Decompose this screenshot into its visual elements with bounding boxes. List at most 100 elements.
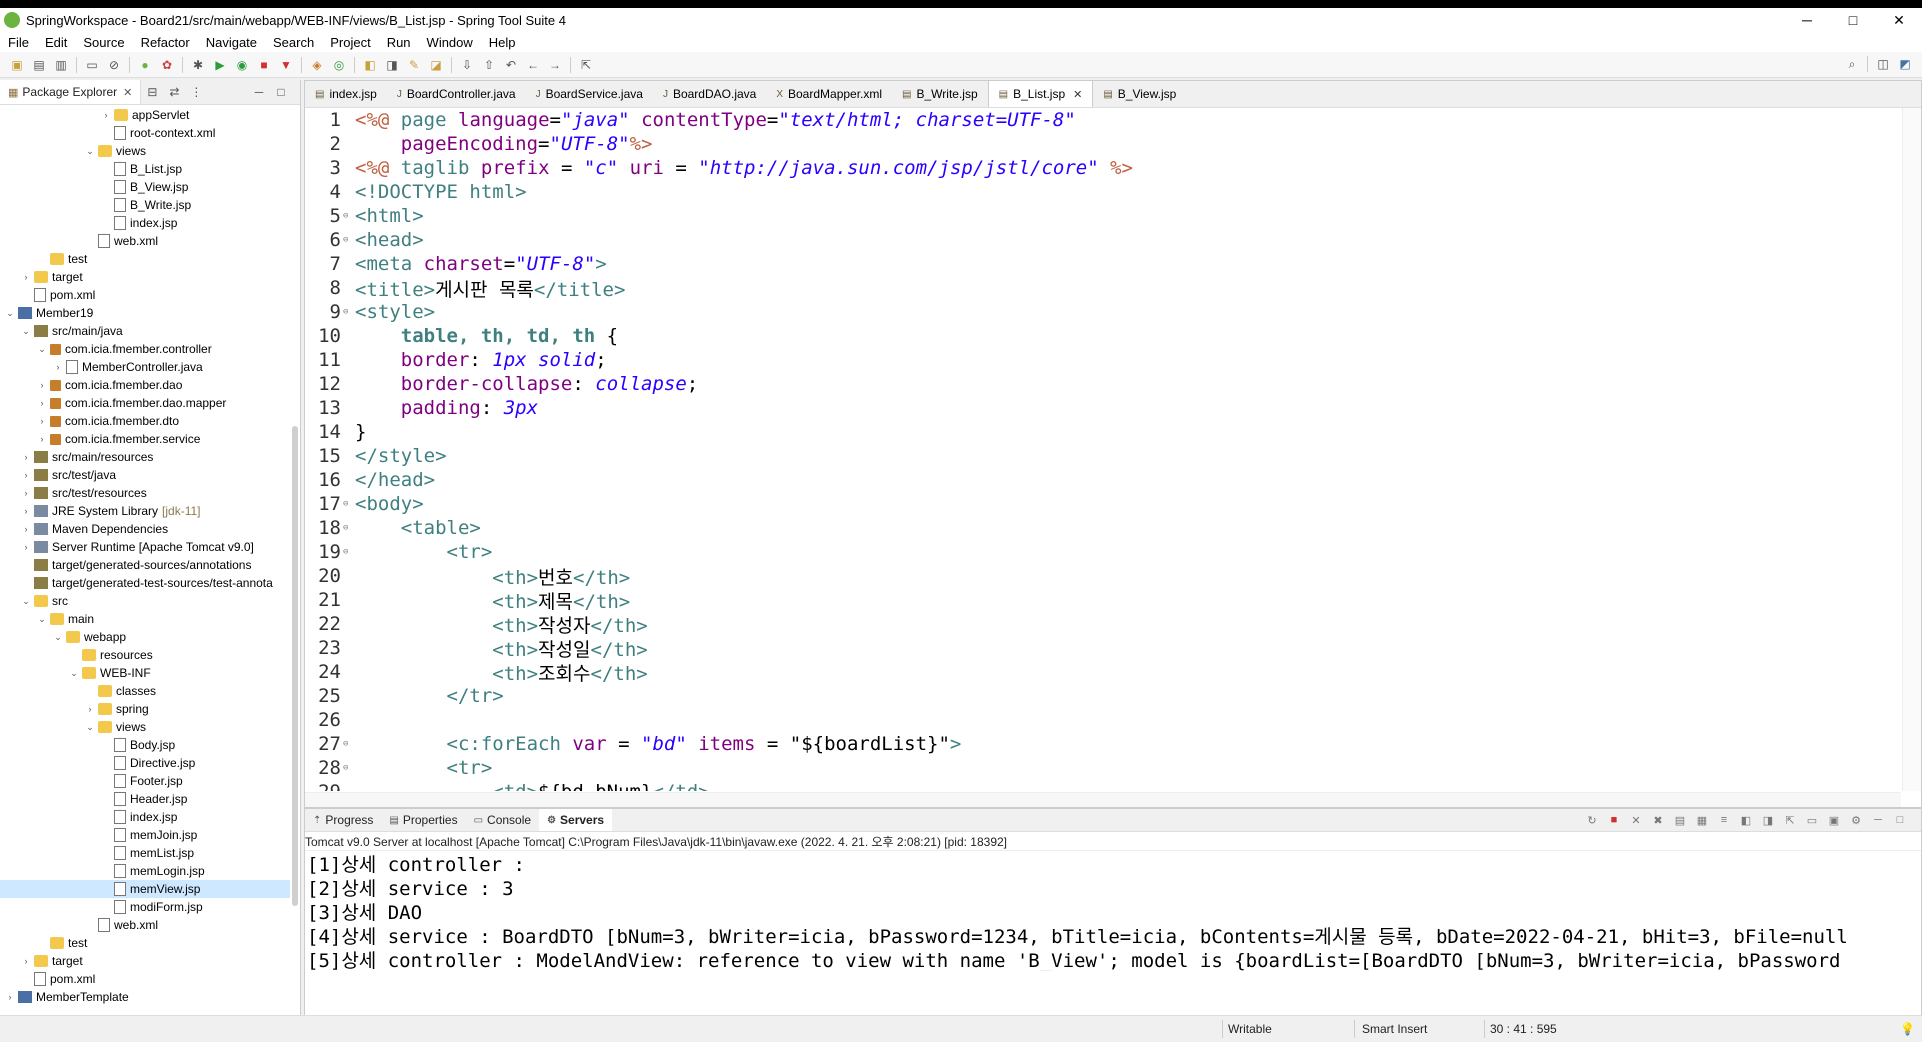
- chevron-right-icon[interactable]: ›: [4, 992, 16, 1002]
- editor-horizontal-scrollbar[interactable]: [305, 792, 1901, 807]
- tree-item[interactable]: › appServlet: [0, 106, 290, 124]
- tree-item[interactable]: test: [0, 934, 290, 952]
- run-icon[interactable]: ▶: [212, 57, 228, 73]
- open-folder-icon[interactable]: ◪: [428, 57, 444, 73]
- console-tab[interactable]: ⚙ Servers: [539, 809, 613, 831]
- fold-icon[interactable]: ⊖: [343, 523, 355, 533]
- chevron-down-icon[interactable]: ⌄: [36, 614, 48, 625]
- open-perspective-icon[interactable]: ◫: [1875, 56, 1891, 72]
- tree-item[interactable]: ⌄ main: [0, 610, 290, 628]
- new-package-icon[interactable]: ◈: [309, 57, 325, 73]
- tree-item[interactable]: test: [0, 250, 290, 268]
- tree-item[interactable]: ⌄ src/main/java: [0, 322, 290, 340]
- display-console-icon[interactable]: ▭: [1804, 812, 1820, 828]
- console-tab[interactable]: ▤ Properties: [381, 809, 465, 831]
- deploy-icon[interactable]: ▼: [278, 57, 294, 73]
- menu-refactor[interactable]: Refactor: [133, 35, 198, 50]
- tree-item[interactable]: B_Write.jsp: [0, 196, 290, 214]
- tree-item[interactable]: pom.xml: [0, 970, 290, 988]
- word-wrap-icon[interactable]: ≡: [1716, 812, 1732, 828]
- explorer-scroll-thumb[interactable]: [292, 426, 298, 906]
- tree-item[interactable]: modiForm.jsp: [0, 898, 290, 916]
- chevron-down-icon[interactable]: ⌄: [20, 596, 32, 607]
- tree-item[interactable]: B_List.jsp: [0, 160, 290, 178]
- menu-file[interactable]: File: [0, 35, 37, 50]
- tree-item[interactable]: Header.jsp: [0, 790, 290, 808]
- menu-window[interactable]: Window: [419, 35, 481, 50]
- debug-icon[interactable]: ✱: [190, 57, 206, 73]
- tree-item[interactable]: ⌄ webapp: [0, 628, 290, 646]
- tree-item[interactable]: › src/test/java: [0, 466, 290, 484]
- clear-console-icon[interactable]: ▤: [1672, 812, 1688, 828]
- filter-icon[interactable]: ⋮: [188, 84, 204, 100]
- explorer-scrollbar[interactable]: [292, 106, 298, 1006]
- editor-tab[interactable]: J BoardDAO.java: [653, 81, 766, 107]
- editor-tab[interactable]: X BoardMapper.xml: [766, 81, 892, 107]
- fold-icon[interactable]: ⊖: [343, 763, 355, 773]
- chevron-down-icon[interactable]: ⌄: [52, 632, 64, 643]
- maximize-view-icon[interactable]: □: [1892, 812, 1908, 828]
- back-icon[interactable]: ←: [525, 57, 541, 73]
- minimize-button[interactable]: ─: [1784, 8, 1830, 32]
- open-type-icon[interactable]: ◧: [362, 57, 378, 73]
- skip-breakpoints-icon[interactable]: ⊘: [106, 57, 122, 73]
- tree-item[interactable]: ⌄ views: [0, 718, 290, 736]
- pin-console-icon[interactable]: ⇱: [1782, 812, 1798, 828]
- console-tab[interactable]: ⇡ Progress: [305, 809, 381, 831]
- tree-item[interactable]: index.jsp: [0, 808, 290, 826]
- prev-annotation-icon[interactable]: ⇧: [481, 57, 497, 73]
- remove-launch-icon[interactable]: ✕: [1628, 812, 1644, 828]
- tree-item[interactable]: › spring: [0, 700, 290, 718]
- tree-item[interactable]: › com.icia.fmember.dao.mapper: [0, 394, 290, 412]
- tree-item[interactable]: target/generated-sources/annotations: [0, 556, 290, 574]
- editor-tab[interactable]: ▤ B_List.jsp ✕: [987, 81, 1094, 107]
- menu-navigate[interactable]: Navigate: [198, 35, 265, 50]
- fold-icon[interactable]: ⊖: [343, 739, 355, 749]
- tree-item[interactable]: web.xml: [0, 916, 290, 934]
- forward-icon[interactable]: →: [547, 57, 563, 73]
- chevron-right-icon[interactable]: ›: [20, 524, 32, 534]
- spring-boot-icon[interactable]: ●: [137, 57, 153, 73]
- chevron-right-icon[interactable]: ›: [36, 416, 48, 426]
- chevron-right-icon[interactable]: ›: [20, 956, 32, 966]
- tree-item[interactable]: › target: [0, 268, 290, 286]
- spring-perspective-icon[interactable]: ◩: [1897, 56, 1913, 72]
- fold-icon[interactable]: ⊖: [343, 547, 355, 557]
- tree-item[interactable]: › com.icia.fmember.dao: [0, 376, 290, 394]
- open-task-icon[interactable]: ◨: [384, 57, 400, 73]
- editor-tab[interactable]: ▤ index.jsp: [305, 81, 387, 107]
- menu-run[interactable]: Run: [379, 35, 419, 50]
- tree-item[interactable]: › src/main/resources: [0, 448, 290, 466]
- editor-tab[interactable]: J BoardController.java: [387, 81, 526, 107]
- tree-item[interactable]: › com.icia.fmember.dto: [0, 412, 290, 430]
- minimize-view-icon[interactable]: ─: [1870, 812, 1886, 828]
- new-icon[interactable]: ▣: [9, 57, 25, 73]
- tree-item[interactable]: ⌄ views: [0, 142, 290, 160]
- show-stderr-icon[interactable]: ◨: [1760, 812, 1776, 828]
- chevron-down-icon[interactable]: ⌄: [20, 326, 32, 337]
- tree-item[interactable]: › JRE System Library [jdk-11]: [0, 502, 290, 520]
- maximize-view-icon[interactable]: □: [273, 84, 289, 100]
- menu-search[interactable]: Search: [265, 35, 322, 50]
- search-icon[interactable]: ⌕: [1844, 56, 1860, 72]
- editor-tab[interactable]: J BoardService.java: [526, 81, 653, 107]
- tree-item[interactable]: ⌄ com.icia.fmember.controller: [0, 340, 290, 358]
- tree-item[interactable]: index.jsp: [0, 214, 290, 232]
- maximize-button[interactable]: □: [1830, 8, 1876, 32]
- tip-icon[interactable]: 💡: [1900, 1022, 1915, 1036]
- tree-item[interactable]: ⌄ WEB-INF: [0, 664, 290, 682]
- remove-all-icon[interactable]: ✖: [1650, 812, 1666, 828]
- tree-item[interactable]: B_View.jsp: [0, 178, 290, 196]
- tree-item[interactable]: › com.icia.fmember.service: [0, 430, 290, 448]
- chevron-down-icon[interactable]: ⌄: [4, 308, 16, 319]
- console-settings-icon[interactable]: ⚙: [1848, 812, 1864, 828]
- chevron-right-icon[interactable]: ›: [84, 704, 96, 714]
- tree-item[interactable]: › target: [0, 952, 290, 970]
- console-output[interactable]: [1]상세 controller : [2]상세 service : 3 [3]상세…: [305, 851, 1921, 972]
- show-stdout-icon[interactable]: ◧: [1738, 812, 1754, 828]
- search-tool-icon[interactable]: ✎: [406, 57, 422, 73]
- chevron-right-icon[interactable]: ›: [20, 488, 32, 498]
- tree-item[interactable]: classes: [0, 682, 290, 700]
- menu-source[interactable]: Source: [75, 35, 132, 50]
- new-class-icon[interactable]: ◎: [331, 57, 347, 73]
